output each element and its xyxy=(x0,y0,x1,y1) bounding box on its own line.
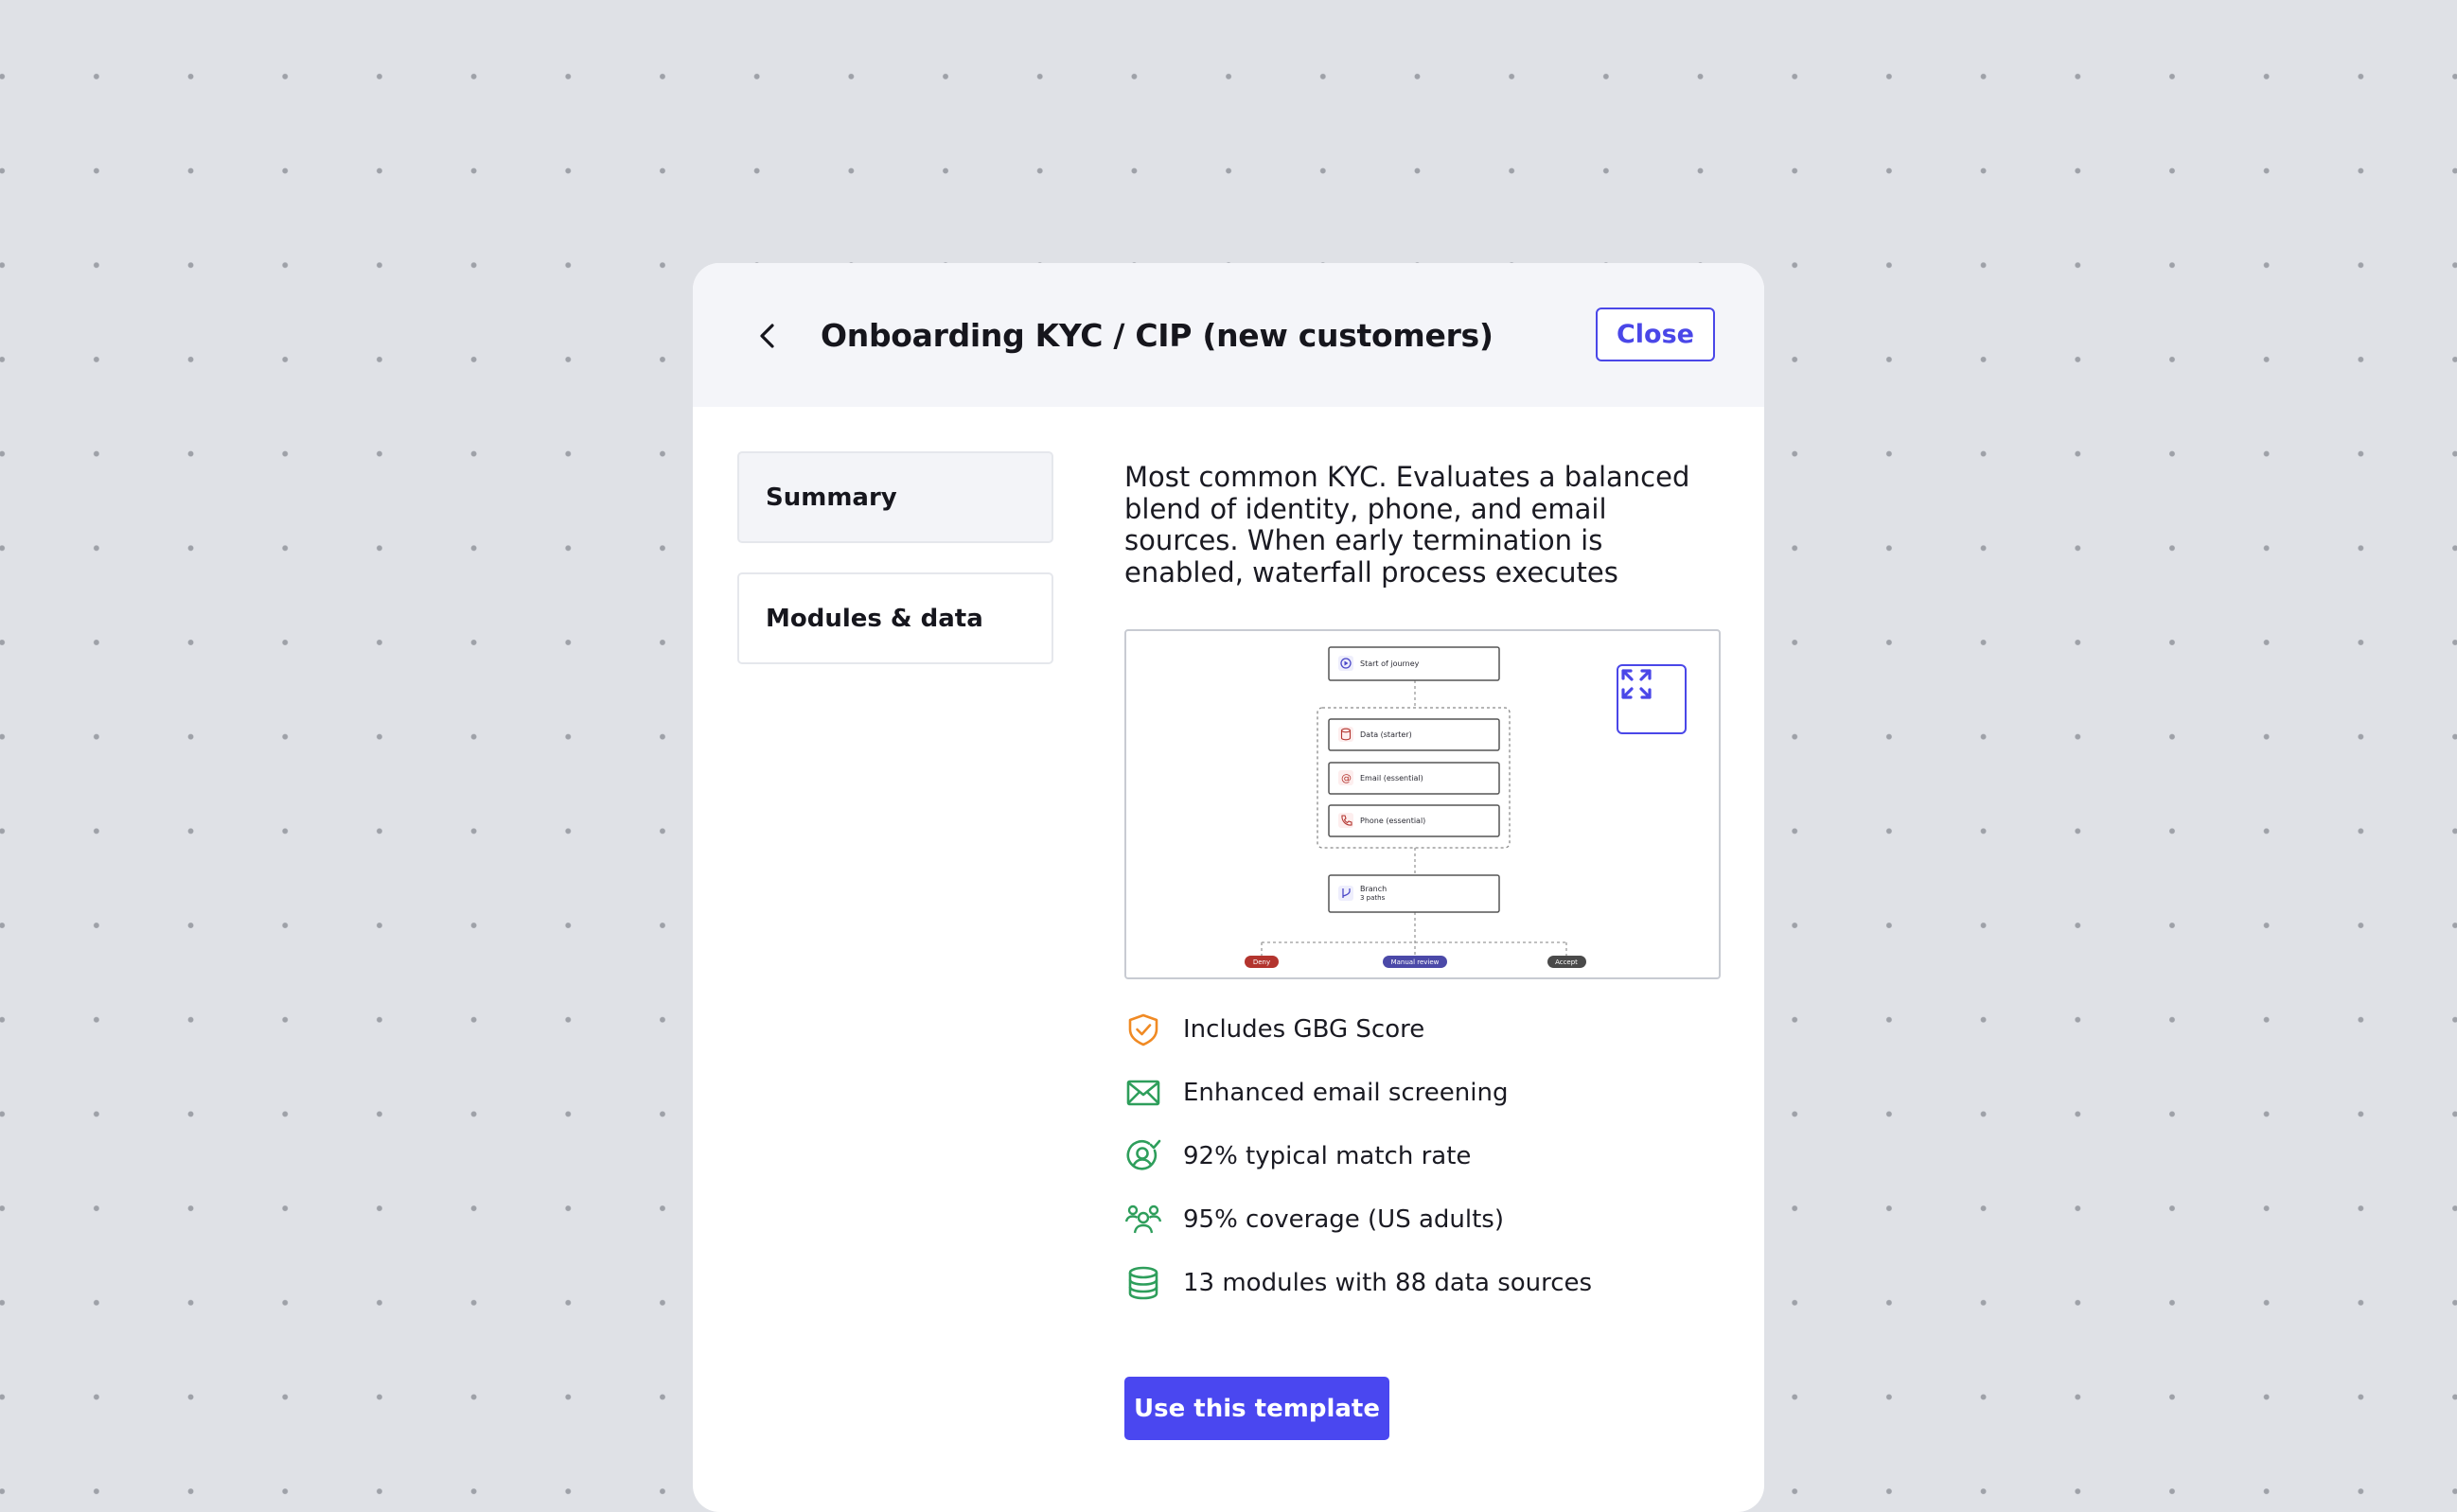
outcome-accept-label: Accept xyxy=(1555,958,1578,966)
feature-item: 13 modules with 88 data sources xyxy=(1124,1264,1592,1302)
node-email-essential: @ Email (essential) xyxy=(1328,762,1500,795)
expand-icon xyxy=(1621,669,1652,699)
feature-item: Enhanced email screening xyxy=(1124,1074,1508,1112)
tab-modules-data-label: Modules & data xyxy=(766,604,983,633)
feature-label: 13 modules with 88 data sources xyxy=(1183,1269,1593,1297)
outcome-deny: Deny xyxy=(1245,956,1279,968)
outcome-manual-label: Manual review xyxy=(1391,958,1440,966)
node-branch-sub: 3 paths xyxy=(1360,894,1386,902)
tab-modules-data[interactable]: Modules & data xyxy=(737,572,1053,664)
node-phone-essential: Phone (essential) xyxy=(1328,804,1500,837)
users-group-icon xyxy=(1124,1201,1162,1239)
user-check-icon xyxy=(1124,1137,1162,1175)
node-data-starter: Data (starter) xyxy=(1328,718,1500,751)
feature-label: 95% coverage (US adults) xyxy=(1183,1205,1504,1234)
journey-diagram-preview: Start of journey Data (starter) @ Email … xyxy=(1124,629,1721,979)
template-description: Most common KYC. Evaluates a balanced bl… xyxy=(1124,461,1690,589)
node-data-label: Data (starter) xyxy=(1360,730,1412,739)
database-icon xyxy=(1124,1264,1162,1302)
tab-summary[interactable]: Summary xyxy=(737,451,1053,543)
feature-label: Enhanced email screening xyxy=(1183,1079,1509,1107)
use-template-button[interactable]: Use this template xyxy=(1124,1377,1389,1440)
outcome-deny-label: Deny xyxy=(1253,958,1270,966)
node-email-label: Email (essential) xyxy=(1360,774,1423,782)
chevron-left-icon xyxy=(760,324,774,348)
node-start-of-journey: Start of journey xyxy=(1328,646,1500,681)
node-phone-label: Phone (essential) xyxy=(1360,817,1425,825)
feature-item: 92% typical match rate xyxy=(1124,1137,1471,1175)
tab-summary-label: Summary xyxy=(766,483,897,512)
svg-text:@: @ xyxy=(1341,772,1352,784)
feature-item: 95% coverage (US adults) xyxy=(1124,1201,1504,1239)
close-button[interactable]: Close xyxy=(1596,308,1715,361)
feature-item: Includes GBG Score xyxy=(1124,1011,1424,1048)
node-branch-label: Branch xyxy=(1360,885,1387,893)
outcome-accept: Accept xyxy=(1547,956,1586,968)
template-modal: Onboarding KYC / CIP (new customers) Clo… xyxy=(693,263,1764,1512)
envelope-icon xyxy=(1124,1074,1162,1112)
feature-label: 92% typical match rate xyxy=(1183,1142,1472,1170)
outcome-manual-review: Manual review xyxy=(1383,956,1447,968)
node-start-label: Start of journey xyxy=(1360,659,1420,668)
expand-diagram-button[interactable] xyxy=(1617,664,1687,734)
modal-header: Onboarding KYC / CIP (new customers) Clo… xyxy=(693,263,1764,407)
page-title: Onboarding KYC / CIP (new customers) xyxy=(821,317,1494,354)
feature-label: Includes GBG Score xyxy=(1183,1015,1425,1044)
back-button[interactable] xyxy=(745,312,792,360)
node-branch: Branch 3 paths xyxy=(1328,874,1500,913)
shield-check-icon xyxy=(1124,1011,1162,1048)
